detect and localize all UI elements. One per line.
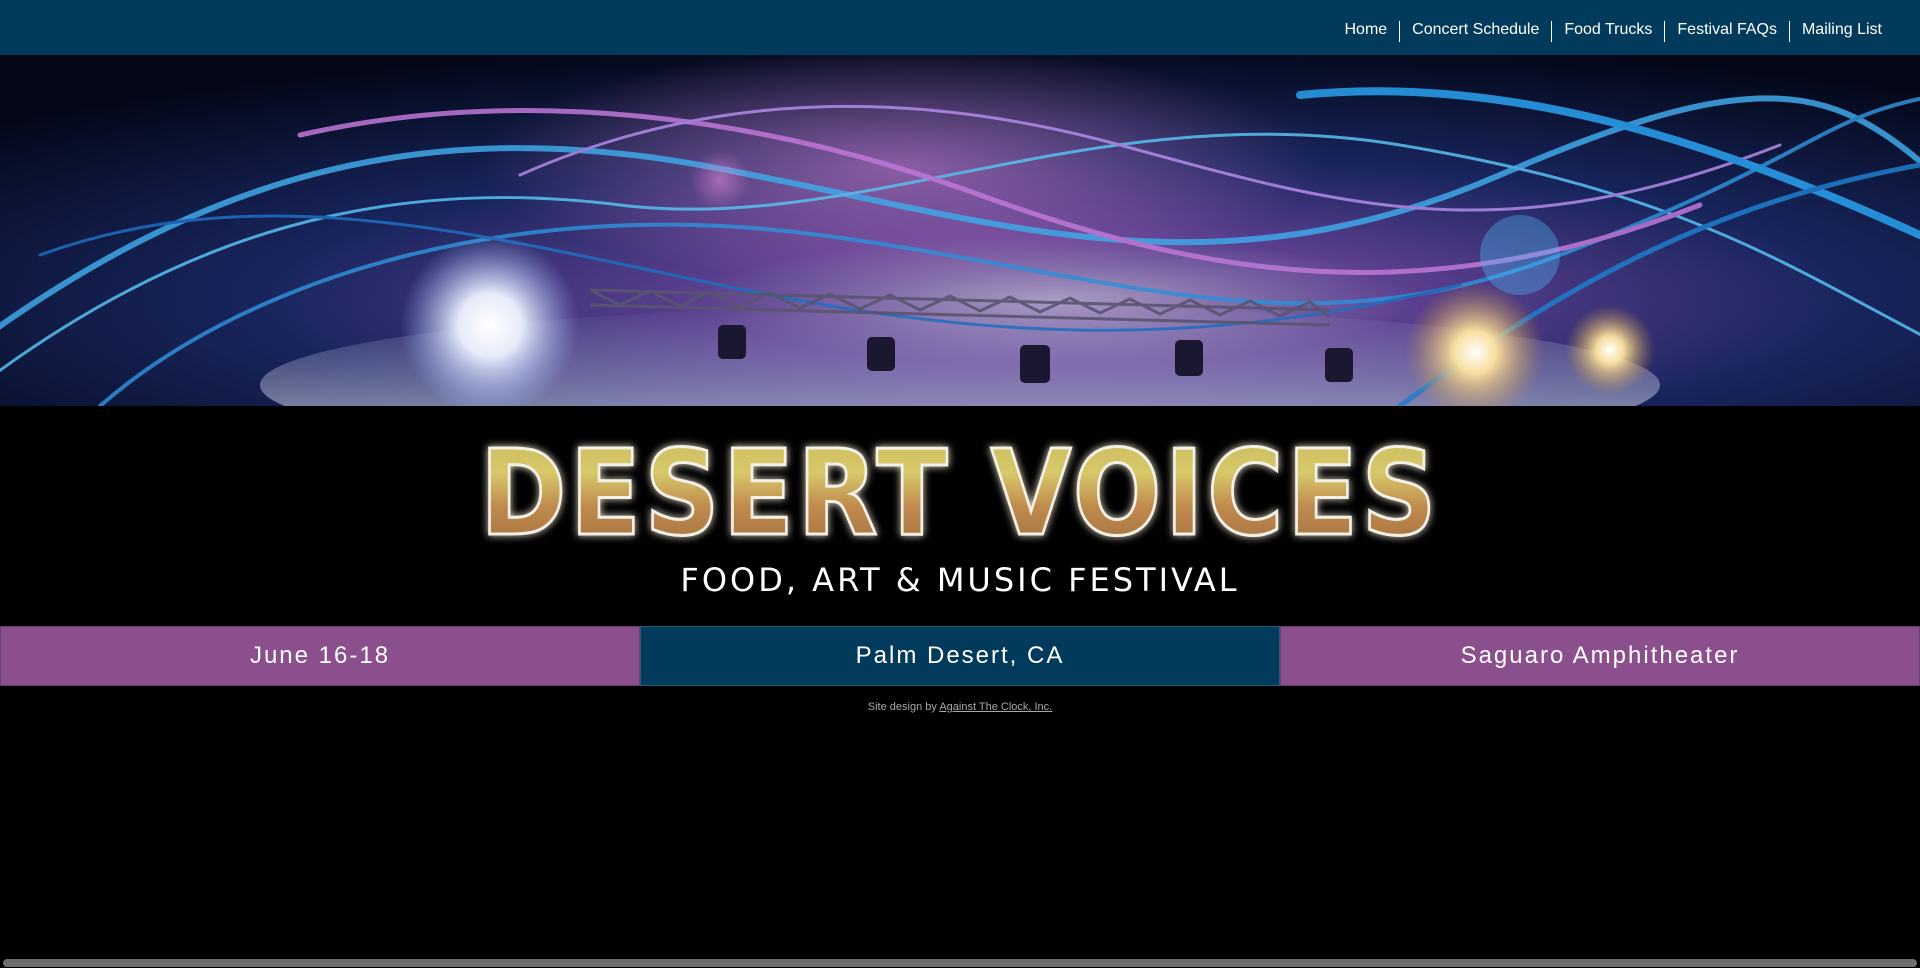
logo-title-text: DESERT VOICES [480, 426, 1440, 556]
nav-item-festival-faqs: Festival FAQs [1665, 20, 1789, 40]
nav-menu: Home Concert Schedule Food Trucks Festiv… [1332, 18, 1894, 42]
nav-item-home: Home [1332, 20, 1399, 40]
nav-item-mailing-list: Mailing List [1790, 20, 1894, 40]
event-venue: Saguaro Amphitheater [1280, 626, 1920, 686]
nav-link-concert-schedule[interactable]: Concert Schedule [1400, 20, 1551, 40]
hero-stage-image [0, 55, 1920, 406]
event-info-bar: June 16-18 Palm Desert, CA Saguaro Amphi… [0, 626, 1920, 686]
nav-link-mailing-list[interactable]: Mailing List [1790, 20, 1894, 40]
nav-item-concert-schedule: Concert Schedule [1400, 20, 1551, 40]
festival-subtitle: FOOD, ART & MUSIC FESTIVAL [680, 561, 1240, 599]
credit-prefix: Site design by [867, 701, 937, 713]
top-navigation-bar: Home Concert Schedule Food Trucks Festiv… [0, 0, 1920, 55]
event-location: Palm Desert, CA [640, 626, 1280, 686]
credit-link[interactable]: Against The Clock, Inc. [939, 701, 1052, 713]
horizontal-scrollbar[interactable] [3, 959, 1917, 967]
nav-item-food-trucks: Food Trucks [1552, 20, 1664, 40]
festival-logo-area: DESERT VOICES FOOD, ART & MUSIC FESTIVAL [0, 406, 1920, 626]
stage-lights-illustration [0, 55, 1920, 406]
desert-voices-logo: DESERT VOICES [479, 426, 1440, 556]
nav-link-food-trucks[interactable]: Food Trucks [1552, 20, 1664, 40]
nav-link-festival-faqs[interactable]: Festival FAQs [1665, 20, 1789, 40]
nav-link-home[interactable]: Home [1332, 20, 1399, 40]
site-design-credit: Site design by Against The Clock, Inc. [0, 701, 1920, 713]
event-dates: June 16-18 [0, 626, 640, 686]
